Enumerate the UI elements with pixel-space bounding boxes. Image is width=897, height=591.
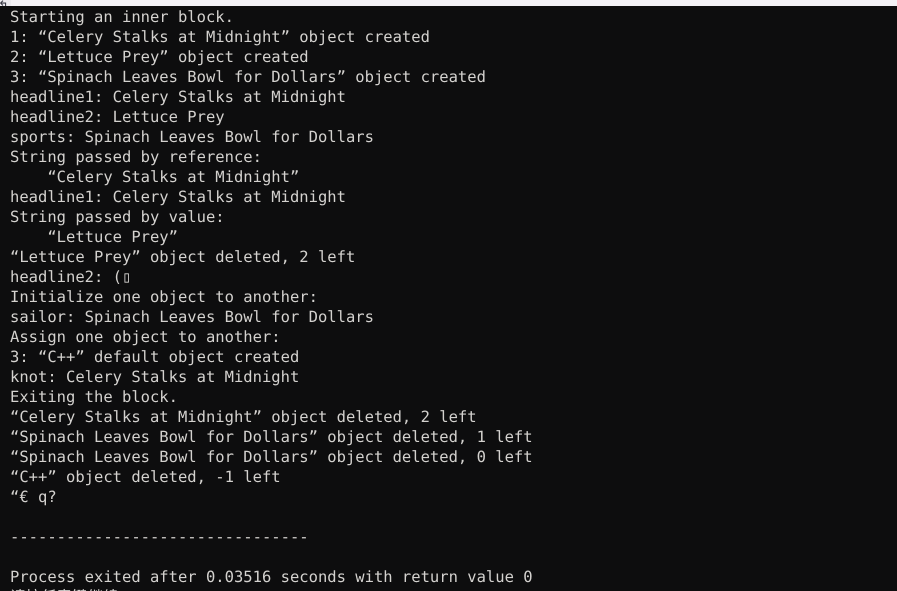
console-output-pane[interactable]: Starting an inner block. 1: “Celery Stal… xyxy=(0,6,897,591)
console-output-text: Starting an inner block. 1: “Celery Stal… xyxy=(10,8,533,591)
console-window: ↰ ↰ 敲 Starting an inner block. 1: “Celer… xyxy=(0,0,897,591)
